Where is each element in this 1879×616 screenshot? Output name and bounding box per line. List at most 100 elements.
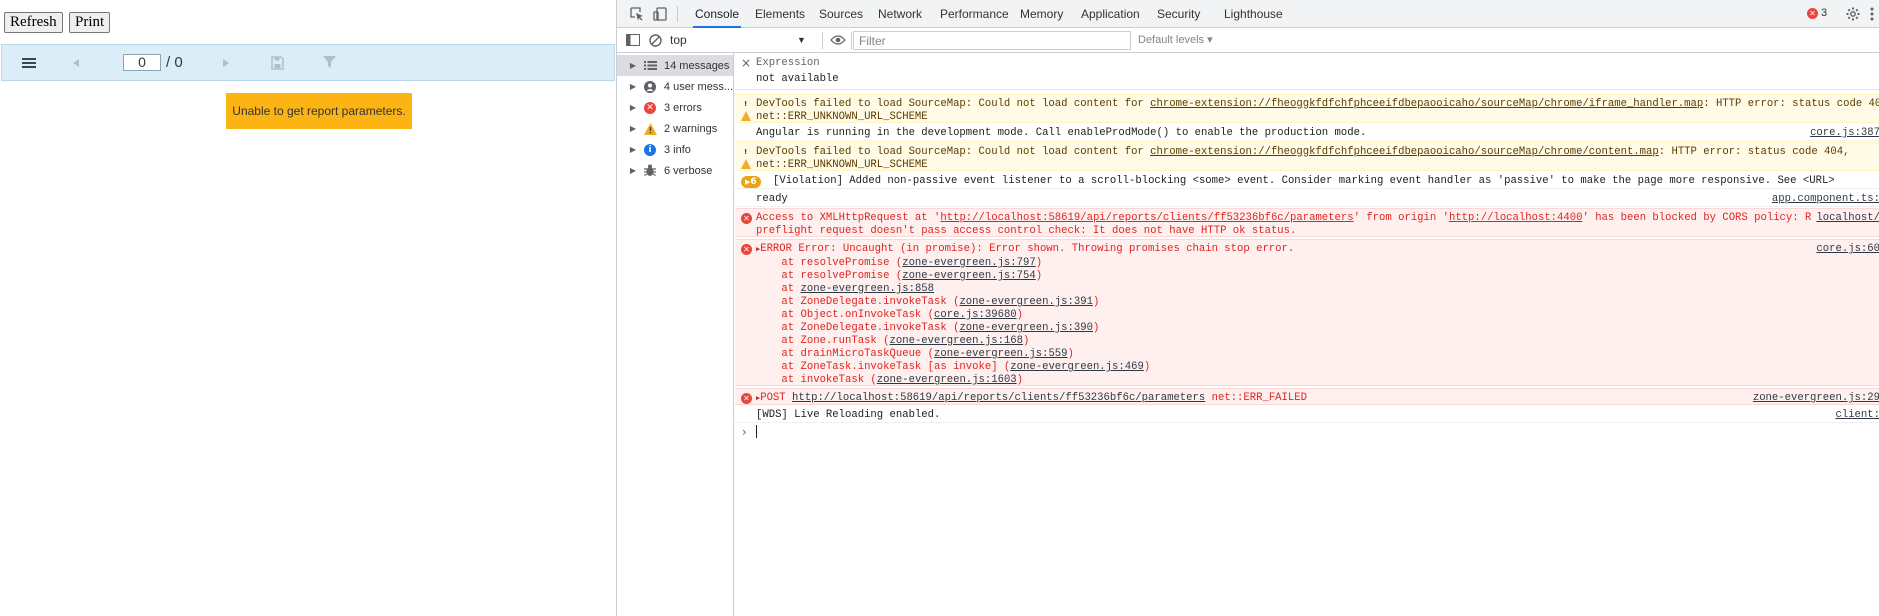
message-link[interactable]: chrome-extension://fheoggkfdfchfphceeifd… xyxy=(1150,98,1703,110)
inspect-element-icon[interactable] xyxy=(629,6,645,22)
message-text: ' from origin ' xyxy=(1353,212,1449,224)
log-levels-dropdown[interactable]: Default levels ▾ xyxy=(1138,31,1213,49)
stack-frame-text: ) xyxy=(1035,257,1043,269)
console-prompt-icon: › xyxy=(742,425,747,439)
sidebar-item-label: 6 verbose xyxy=(664,164,713,177)
source-link[interactable]: zone-evergreen.js:29 xyxy=(1748,392,1879,404)
devtools-tabbar: Console Elements Sources Network Perform… xyxy=(617,0,1879,28)
filter-input[interactable] xyxy=(853,31,1131,50)
sidebar-item-verbose[interactable]: ▶ 6 verbose xyxy=(617,160,733,181)
console-filterbar: top ▼ Default levels ▾ xyxy=(617,28,1879,53)
close-icon[interactable]: × xyxy=(741,56,751,70)
stack-frame-text: ) xyxy=(1143,361,1151,373)
console-log: ready app.component.ts: xyxy=(735,190,1879,207)
tab-sources[interactable]: Sources xyxy=(817,0,865,28)
tab-performance[interactable]: Performance xyxy=(938,0,1011,28)
error-icon: ✕ xyxy=(1807,7,1818,19)
stack-frame-link[interactable]: zone-evergreen.js:754 xyxy=(902,270,1036,282)
expand-arrow-icon[interactable]: ▶ xyxy=(626,82,640,91)
stack-frame-link[interactable]: zone-evergreen.js:858 xyxy=(801,283,935,295)
console-log: Angular is running in the development mo… xyxy=(735,124,1879,141)
stack-frame-link[interactable]: zone-evergreen.js:390 xyxy=(959,322,1093,334)
stack-frame-text: at ZoneDelegate.invokeTask ( xyxy=(756,296,960,308)
message-link[interactable]: http://localhost:58619/api/reports/clien… xyxy=(940,212,1353,224)
sidebar-item-label: 14 messages xyxy=(664,59,730,72)
message-text: ERROR Error: Uncaught (in promise): Erro… xyxy=(760,243,1295,255)
gear-icon[interactable] xyxy=(1845,6,1861,22)
tab-application[interactable]: Application xyxy=(1079,0,1142,28)
report-page: Refresh Print 0 / 0 Unable to get report… xyxy=(0,0,616,616)
filter-separator xyxy=(822,32,823,49)
filter-icon[interactable] xyxy=(319,45,339,80)
save-icon[interactable] xyxy=(268,45,286,80)
expression-label[interactable]: Expression xyxy=(756,57,820,69)
stack-frame-link[interactable]: zone-evergreen.js:168 xyxy=(890,335,1024,347)
expand-arrow-icon[interactable]: ▶ xyxy=(626,166,640,175)
tab-console[interactable]: Console xyxy=(693,0,742,28)
sidebar-item-info[interactable]: ▶ i 3 info xyxy=(617,139,733,160)
console-error: ✕ ▶ERROR Error: Uncaught (in promise): E… xyxy=(735,239,1879,386)
message-text: net::ERR_FAILED xyxy=(1205,392,1307,404)
message-text: preflight request doesn't pass access co… xyxy=(756,225,1297,237)
expand-arrow-icon[interactable]: ▶ xyxy=(626,61,640,70)
expand-arrow-icon[interactable]: ▶ xyxy=(626,124,640,133)
print-button[interactable]: Print xyxy=(69,12,111,33)
stack-frame-text: ) xyxy=(1092,296,1100,308)
more-options-icon[interactable] xyxy=(1867,6,1877,22)
source-link[interactable]: core.js:387 xyxy=(1806,127,1879,139)
sidebar-toggle-icon[interactable] xyxy=(625,32,641,48)
filter-separator xyxy=(851,32,852,49)
sidebar-item-errors[interactable]: ▶ ✕ 3 errors xyxy=(617,97,733,118)
message-link[interactable]: http://localhost:58619/api/reports/clien… xyxy=(792,392,1205,404)
eye-icon[interactable] xyxy=(827,32,849,48)
expand-arrow-icon[interactable]: ▶ xyxy=(626,145,640,154)
bug-icon xyxy=(642,163,658,179)
device-toolbar-icon[interactable] xyxy=(652,6,668,22)
next-page-icon[interactable] xyxy=(218,45,234,80)
stack-frame-link[interactable]: zone-evergreen.js:559 xyxy=(934,348,1068,360)
console-messages: × Expression not available ! DevTools fa… xyxy=(735,53,1879,616)
refresh-button[interactable]: Refresh xyxy=(4,12,63,33)
stack-frame-link[interactable]: core.js:39680 xyxy=(934,309,1017,321)
source-link[interactable]: core.js:60 xyxy=(1812,243,1879,255)
message-link[interactable]: chrome-extension://fheoggkfdfchfphceeifd… xyxy=(1150,146,1659,158)
clear-console-icon[interactable] xyxy=(647,32,663,48)
tab-network[interactable]: Network xyxy=(876,0,924,28)
stack-frame-link[interactable]: zone-evergreen.js:1603 xyxy=(877,374,1017,386)
console-input[interactable] xyxy=(756,425,757,438)
expand-arrow-icon[interactable]: ▶ xyxy=(626,103,640,112)
sidebar-item-warnings[interactable]: ▶ 2 warnings xyxy=(617,118,733,139)
tab-security[interactable]: Security xyxy=(1155,0,1202,28)
tab-lighthouse[interactable]: Lighthouse xyxy=(1222,0,1285,28)
previous-page-icon[interactable] xyxy=(68,45,84,80)
source-link[interactable]: localhost/ xyxy=(1812,212,1879,224)
error-icon: ✕ xyxy=(741,213,752,224)
sidebar-item-messages[interactable]: ▶ 14 messages xyxy=(617,55,733,76)
stack-frame-text: at xyxy=(756,283,801,295)
stack-frame-text: at Object.onInvokeTask ( xyxy=(756,309,935,321)
live-expression: × Expression not available xyxy=(735,53,1879,90)
message-text: POST xyxy=(760,392,793,404)
error-count-badge[interactable]: ✕ 3 xyxy=(1807,7,1827,19)
message-link[interactable]: http://localhost:4400 xyxy=(1449,212,1583,224)
stack-frame-text: ) xyxy=(1092,322,1100,334)
tab-memory[interactable]: Memory xyxy=(1018,0,1065,28)
source-link[interactable]: client: xyxy=(1831,409,1879,421)
hamburger-menu-icon[interactable] xyxy=(17,45,41,80)
stack-frame-text: ) xyxy=(1016,374,1024,386)
info-icon: i xyxy=(642,142,658,158)
tab-elements[interactable]: Elements xyxy=(753,0,807,28)
stack-frame-link[interactable]: zone-evergreen.js:469 xyxy=(1010,361,1144,373)
source-link[interactable]: app.component.ts: xyxy=(1768,193,1879,205)
message-text: DevTools failed to load SourceMap: Could… xyxy=(756,146,1151,158)
stack-frame-text: at ZoneTask.invokeTask [as invoke] ( xyxy=(756,361,1011,373)
stack-frame-link[interactable]: zone-evergreen.js:391 xyxy=(959,296,1093,308)
stack-frame-link[interactable]: zone-evergreen.js:797 xyxy=(902,257,1036,269)
expression-value: not available xyxy=(756,73,839,85)
page-number-input[interactable]: 0 xyxy=(123,54,161,71)
warning-icon: ! xyxy=(741,147,752,169)
sidebar-item-user-messages[interactable]: ▶ 4 user mess... xyxy=(617,76,733,97)
devtools-panel: Console Elements Sources Network Perform… xyxy=(616,0,1879,616)
report-viewer-toolbar: 0 / 0 xyxy=(1,44,615,81)
context-dropdown-icon[interactable]: ▼ xyxy=(797,31,806,49)
